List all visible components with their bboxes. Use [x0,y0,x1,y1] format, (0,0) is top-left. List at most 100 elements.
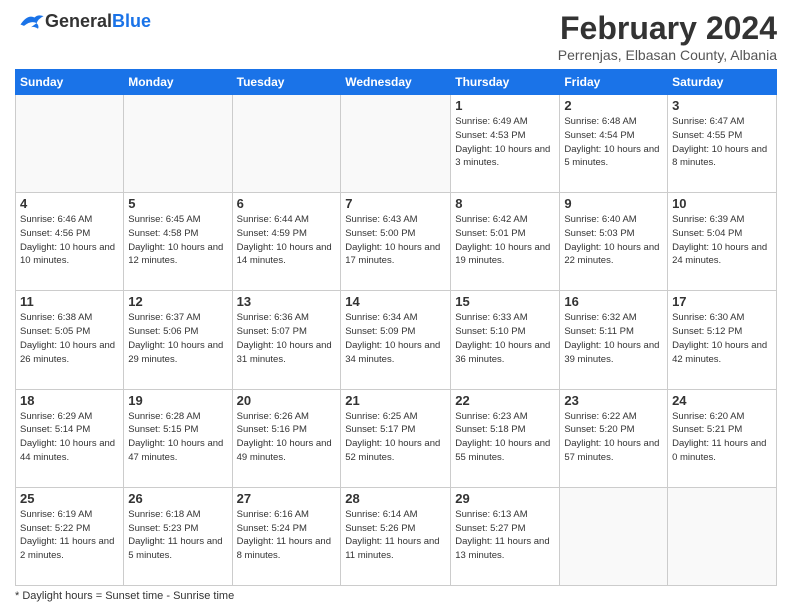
day-number: 1 [455,98,555,113]
calendar-cell [668,487,777,585]
calendar-cell: 28Sunrise: 6:14 AM Sunset: 5:26 PM Dayli… [341,487,451,585]
day-info: Sunrise: 6:33 AM Sunset: 5:10 PM Dayligh… [455,311,555,366]
header-day: Friday [560,70,668,95]
day-number: 4 [20,196,119,211]
header-row: SundayMondayTuesdayWednesdayThursdayFrid… [16,70,777,95]
header-day: Sunday [16,70,124,95]
calendar-cell: 8Sunrise: 6:42 AM Sunset: 5:01 PM Daylig… [451,193,560,291]
calendar-week-row: 25 Sunrise: 6:19 AM Sunset: 5:22 PM Dayli… [16,487,777,585]
day-info: Sunrise: 6:19 AM Sunset: 5:22 PM Dayligh… [20,508,119,563]
top-section: GeneralBlue February 2024 Perrenjas, Elb… [15,10,777,63]
day-info: Sunrise: 6:40 AM Sunset: 5:03 PM Dayligh… [564,213,663,268]
logo: GeneralBlue [15,10,151,32]
day-number: 9 [564,196,663,211]
day-number: 10 [672,196,772,211]
calendar-cell: 6 Sunrise: 6:44 AM Sunset: 4:59 PM Daylig… [232,193,341,291]
calendar-cell [560,487,668,585]
calendar-cell: 10 Sunrise: 6:39 AM Sunset: 5:04 PM Dayli… [668,193,777,291]
day-info: Sunrise: 6:25 AM Sunset: 5:17 PM Dayligh… [345,410,446,465]
day-info: Sunrise: 6:36 AM Sunset: 5:07 PM Dayligh… [237,311,337,366]
calendar-cell: 27Sunrise: 6:16 AM Sunset: 5:24 PM Dayli… [232,487,341,585]
day-number: 15 [455,294,555,309]
day-number: 16 [564,294,663,309]
day-info: Sunrise: 6:18 AM Sunset: 5:23 PM Dayligh… [128,508,227,563]
day-info: Sunrise: 6:32 AM Sunset: 5:11 PM Dayligh… [564,311,663,366]
day-info: Sunrise: 6:45 AM Sunset: 4:58 PM Dayligh… [128,213,227,268]
day-number: 25 [20,491,119,506]
logo-blue-text: Blue [112,11,151,32]
calendar-cell: 19Sunrise: 6:28 AM Sunset: 5:15 PM Dayli… [124,389,232,487]
calendar-week-row: 1 Sunrise: 6:49 AM Sunset: 4:53 PM Daylig… [16,95,777,193]
day-info: Sunrise: 6:43 AM Sunset: 5:00 PM Dayligh… [345,213,446,268]
calendar-cell: 13 Sunrise: 6:36 AM Sunset: 5:07 PM Dayli… [232,291,341,389]
day-info: Sunrise: 6:22 AM Sunset: 5:20 PM Dayligh… [564,410,663,465]
header-day: Wednesday [341,70,451,95]
logo-icon [17,10,45,32]
calendar-cell [16,95,124,193]
day-info: Sunrise: 6:30 AM Sunset: 5:12 PM Dayligh… [672,311,772,366]
calendar-cell: 16 Sunrise: 6:32 AM Sunset: 5:11 PM Dayli… [560,291,668,389]
day-number: 3 [672,98,772,113]
title-section: February 2024 Perrenjas, Elbasan County,… [558,10,777,63]
daylight-label: Daylight hours [22,590,92,602]
day-info: Sunrise: 6:20 AM Sunset: 5:21 PM Dayligh… [672,410,772,465]
day-number: 19 [128,393,227,408]
day-info: Sunrise: 6:39 AM Sunset: 5:04 PM Dayligh… [672,213,772,268]
day-info: Sunrise: 6:42 AM Sunset: 5:01 PM Dayligh… [455,213,555,268]
calendar-cell: 14 Sunrise: 6:34 AM Sunset: 5:09 PM Dayli… [341,291,451,389]
header-day: Saturday [668,70,777,95]
day-number: 17 [672,294,772,309]
day-number: 7 [345,196,446,211]
day-info: Sunrise: 6:47 AM Sunset: 4:55 PM Dayligh… [672,115,772,170]
calendar-cell: 7 Sunrise: 6:43 AM Sunset: 5:00 PM Daylig… [341,193,451,291]
calendar-table: SundayMondayTuesdayWednesdayThursdayFrid… [15,69,777,586]
logo-general-text: General [45,11,112,32]
calendar-cell: 20Sunrise: 6:26 AM Sunset: 5:16 PM Dayli… [232,389,341,487]
calendar-week-row: 4 Sunrise: 6:46 AM Sunset: 4:56 PM Daylig… [16,193,777,291]
day-number: 18 [20,393,119,408]
calendar-cell: 9 Sunrise: 6:40 AM Sunset: 5:03 PM Daylig… [560,193,668,291]
calendar-subtitle: Perrenjas, Elbasan County, Albania [558,47,777,63]
calendar-cell: 5 Sunrise: 6:45 AM Sunset: 4:58 PM Daylig… [124,193,232,291]
calendar-cell: 3 Sunrise: 6:47 AM Sunset: 4:55 PM Daylig… [668,95,777,193]
day-info: Sunrise: 6:29 AM Sunset: 5:14 PM Dayligh… [20,410,119,465]
calendar-cell: 11Sunrise: 6:38 AM Sunset: 5:05 PM Dayli… [16,291,124,389]
calendar-week-row: 18 Sunrise: 6:29 AM Sunset: 5:14 PM Dayli… [16,389,777,487]
calendar-cell: 18 Sunrise: 6:29 AM Sunset: 5:14 PM Dayli… [16,389,124,487]
calendar-cell: 21 Sunrise: 6:25 AM Sunset: 5:17 PM Dayli… [341,389,451,487]
calendar-cell: 1 Sunrise: 6:49 AM Sunset: 4:53 PM Daylig… [451,95,560,193]
day-info: Sunrise: 6:13 AM Sunset: 5:27 PM Dayligh… [455,508,555,563]
day-number: 26 [128,491,227,506]
day-number: 14 [345,294,446,309]
calendar-cell: 25 Sunrise: 6:19 AM Sunset: 5:22 PM Dayli… [16,487,124,585]
day-number: 21 [345,393,446,408]
calendar-cell [124,95,232,193]
day-number: 13 [237,294,337,309]
calendar-cell: 2 Sunrise: 6:48 AM Sunset: 4:54 PM Daylig… [560,95,668,193]
day-number: 2 [564,98,663,113]
calendar-week-row: 11Sunrise: 6:38 AM Sunset: 5:05 PM Dayli… [16,291,777,389]
day-number: 23 [564,393,663,408]
day-number: 24 [672,393,772,408]
calendar-cell: 4 Sunrise: 6:46 AM Sunset: 4:56 PM Daylig… [16,193,124,291]
header-day: Tuesday [232,70,341,95]
day-number: 5 [128,196,227,211]
day-info: Sunrise: 6:49 AM Sunset: 4:53 PM Dayligh… [455,115,555,170]
footer-note: * Daylight hours = Sunset time - Sunrise… [15,590,777,602]
calendar-cell: 15 Sunrise: 6:33 AM Sunset: 5:10 PM Dayli… [451,291,560,389]
day-info: Sunrise: 6:26 AM Sunset: 5:16 PM Dayligh… [237,410,337,465]
day-info: Sunrise: 6:48 AM Sunset: 4:54 PM Dayligh… [564,115,663,170]
calendar-title: February 2024 [558,10,777,47]
header-day: Thursday [451,70,560,95]
day-info: Sunrise: 6:46 AM Sunset: 4:56 PM Dayligh… [20,213,119,268]
calendar-cell [341,95,451,193]
day-number: 29 [455,491,555,506]
calendar-cell: 26 Sunrise: 6:18 AM Sunset: 5:23 PM Dayli… [124,487,232,585]
day-info: Sunrise: 6:44 AM Sunset: 4:59 PM Dayligh… [237,213,337,268]
day-info: Sunrise: 6:34 AM Sunset: 5:09 PM Dayligh… [345,311,446,366]
calendar-header: SundayMondayTuesdayWednesdayThursdayFrid… [16,70,777,95]
day-number: 6 [237,196,337,211]
calendar-cell: 17 Sunrise: 6:30 AM Sunset: 5:12 PM Dayli… [668,291,777,389]
day-info: Sunrise: 6:38 AM Sunset: 5:05 PM Dayligh… [20,311,119,366]
page: GeneralBlue February 2024 Perrenjas, Elb… [0,0,792,612]
